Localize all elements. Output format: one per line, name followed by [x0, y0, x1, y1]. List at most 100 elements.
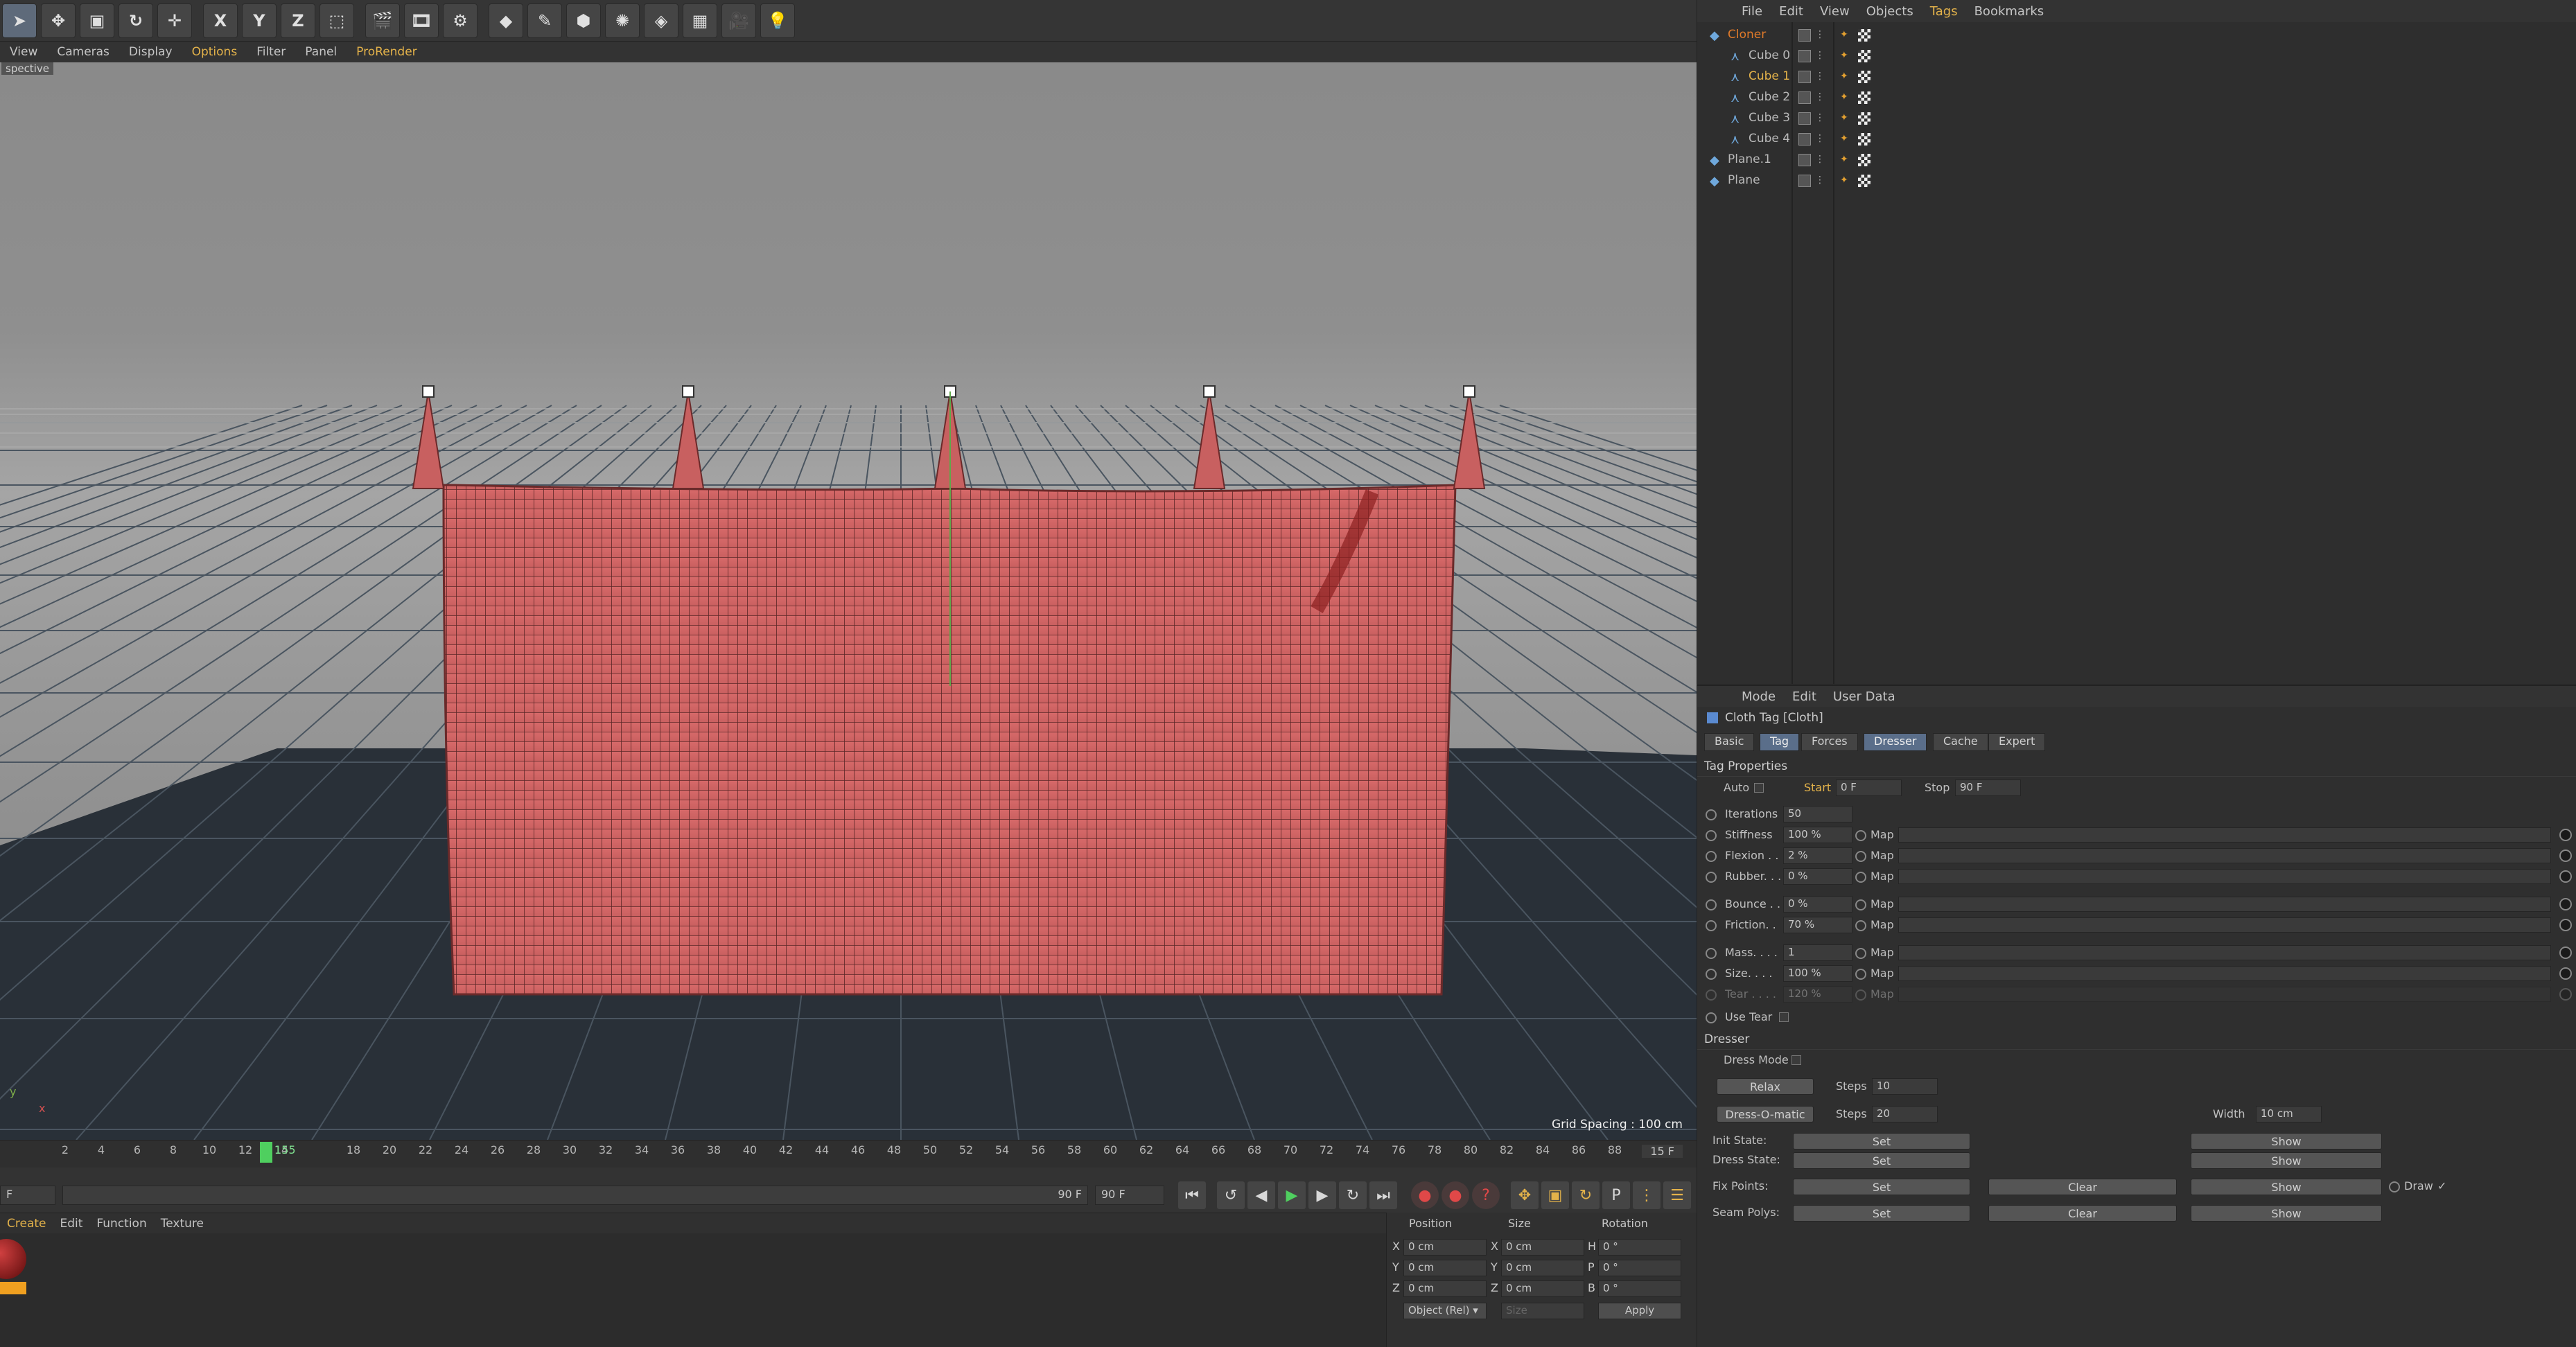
object-row[interactable]: ◆ Plane ⋮ ✦	[1697, 170, 2576, 191]
object-name[interactable]: Cube 0	[1749, 49, 1790, 62]
render-visibility-icon[interactable]: ⋮	[1815, 29, 1825, 42]
object-row[interactable]: ⋏ Cube 1 ⋮ ✦	[1697, 67, 2576, 87]
timeline-menu-button[interactable]: ☰	[1663, 1181, 1691, 1209]
loop-back-button[interactable]: ↺	[1217, 1181, 1245, 1209]
deformer-tool-button[interactable]: ◈	[644, 3, 678, 38]
seam-polys-set-button[interactable]: Set	[1793, 1205, 1970, 1222]
coord-mode-select[interactable]: Object (Rel) ▾	[1403, 1303, 1487, 1319]
loop-button[interactable]: ↻	[1339, 1181, 1367, 1209]
tab-dresser[interactable]: Dresser	[1864, 733, 1927, 751]
param-field[interactable]: 100 %	[1783, 827, 1852, 843]
param-field[interactable]: 1	[1783, 944, 1852, 961]
clear-link-icon[interactable]	[2559, 919, 2572, 931]
map-anim-dot[interactable]	[1855, 969, 1866, 980]
editor-visibility-icon[interactable]	[1798, 175, 1811, 187]
material-menu-create[interactable]: Create	[7, 1217, 46, 1231]
viewport-menu-options[interactable]: Options	[192, 45, 238, 59]
dress-state-set-button[interactable]: Set	[1793, 1152, 1970, 1169]
param-field[interactable]: 50	[1783, 806, 1852, 822]
param-field[interactable]: 120 %	[1783, 986, 1852, 1003]
map-anim-dot[interactable]	[1855, 851, 1866, 862]
clear-link-icon[interactable]	[2559, 849, 2572, 862]
goto-start-button[interactable]: ⏮	[1178, 1181, 1206, 1209]
object-manager[interactable]: ◆ Cloner ⋮ ✦ ⋏ Cube 0 ⋮ ✦ ⋏ Cube 1 ⋮ ✦ ⋏ Cube 2 ⋮ ✦ ⋏ Cub…	[1697, 22, 2576, 684]
fix-point-handle[interactable]	[1463, 385, 1475, 398]
fix-point-handle[interactable]	[682, 385, 694, 398]
timeline-ruler[interactable]: 2 4 6 8 10 12 14 18 20 22 24 26 28 30 32 34 36 38 40 42 44 46…	[0, 1140, 1697, 1168]
attr-menu-mode[interactable]: Mode	[1742, 689, 1776, 704]
clear-link-icon[interactable]	[2559, 870, 2572, 883]
render-visibility-icon[interactable]: ⋮	[1815, 175, 1825, 187]
object-name[interactable]: Cloner	[1728, 28, 1766, 42]
material-tag-icon[interactable]	[1858, 175, 1870, 187]
param-field[interactable]: 2 %	[1783, 847, 1852, 864]
size-mode-select[interactable]: Size	[1501, 1303, 1584, 1319]
viewport-menu-display[interactable]: Display	[129, 45, 173, 59]
position-field[interactable]: 0 cm	[1403, 1239, 1487, 1256]
param-anim-dot[interactable]	[1706, 872, 1717, 883]
editor-visibility-icon[interactable]	[1798, 133, 1811, 146]
y-axis-tool-button[interactable]: Y	[242, 3, 277, 38]
tab-basic[interactable]: Basic	[1704, 733, 1755, 751]
editor-visibility-icon[interactable]	[1798, 91, 1811, 104]
param-anim-dot[interactable]	[1706, 969, 1717, 980]
object-menu-view[interactable]: View	[1820, 4, 1850, 19]
map-anim-dot[interactable]	[1855, 948, 1866, 959]
key-rot-button[interactable]: ↻	[1572, 1181, 1600, 1209]
viewport[interactable]: spective Grid Spacing : 100 cm y x	[0, 62, 1697, 1140]
viewport-menu-panel[interactable]: Panel	[305, 45, 337, 59]
seam-polys-clear-button[interactable]: Clear	[1988, 1205, 2177, 1222]
tag-icon[interactable]: ✦	[1840, 71, 1852, 83]
dress-mode-checkbox[interactable]	[1791, 1055, 1801, 1065]
key-param-button[interactable]: P	[1602, 1181, 1630, 1209]
cube-tool-button[interactable]: ◆	[489, 3, 523, 38]
editor-visibility-icon[interactable]	[1798, 29, 1811, 42]
camera-label[interactable]: spective	[1, 62, 53, 75]
rotation-field[interactable]: 0 °	[1598, 1260, 1681, 1276]
dress-o-matic-button[interactable]: Dress-O-matic	[1717, 1106, 1814, 1122]
param-anim-dot[interactable]	[1706, 899, 1717, 910]
material-tag-icon[interactable]	[1858, 50, 1870, 62]
material-ball-icon[interactable]	[0, 1239, 26, 1279]
param-anim-dot[interactable]	[1706, 851, 1717, 862]
render-settings-tool-button[interactable]: ⚙	[443, 3, 477, 38]
position-field[interactable]: 0 cm	[1403, 1260, 1487, 1276]
tab-forces[interactable]: Forces	[1801, 733, 1858, 751]
coordinate-system-tool-button[interactable]: ⬚	[319, 3, 354, 38]
material-tag-icon[interactable]	[1858, 133, 1870, 146]
clear-link-icon[interactable]	[2559, 988, 2572, 1001]
use-tear-anim-dot[interactable]	[1706, 1012, 1717, 1023]
map-anim-dot[interactable]	[1855, 920, 1866, 931]
play-button[interactable]: ▶	[1278, 1181, 1306, 1209]
rotation-field[interactable]: 0 °	[1598, 1239, 1681, 1256]
map-link-field[interactable]	[1898, 869, 2551, 884]
material-area[interactable]	[0, 1233, 1386, 1347]
goto-end-button[interactable]: ⏭	[1369, 1181, 1397, 1209]
floor-tool-button[interactable]: ▦	[683, 3, 717, 38]
render-visibility-icon[interactable]: ⋮	[1815, 133, 1825, 146]
size-field[interactable]: 0 cm	[1501, 1280, 1584, 1297]
tag-icon[interactable]: ✦	[1840, 154, 1852, 166]
fix-points-show-button[interactable]: Show	[2191, 1179, 2382, 1195]
tab-cache[interactable]: Cache	[1933, 733, 1988, 751]
tag-icon[interactable]: ✦	[1840, 50, 1852, 62]
param-field[interactable]: 100 %	[1783, 965, 1852, 982]
object-name[interactable]: Cube 1	[1749, 69, 1790, 83]
object-name[interactable]: Cube 2	[1749, 90, 1790, 104]
relax-button[interactable]: Relax	[1717, 1078, 1814, 1095]
param-anim-dot[interactable]	[1706, 948, 1717, 959]
prev-frame-button[interactable]: ◀	[1247, 1181, 1275, 1209]
position-field[interactable]: 0 cm	[1403, 1280, 1487, 1297]
render-visibility-icon[interactable]: ⋮	[1815, 91, 1825, 104]
width-field[interactable]: 10 cm	[2256, 1106, 2322, 1122]
render-visibility-icon[interactable]: ⋮	[1815, 71, 1825, 83]
relax-steps-field[interactable]: 10	[1872, 1078, 1938, 1095]
tag-icon[interactable]: ✦	[1840, 133, 1852, 146]
map-link-field[interactable]	[1898, 897, 2551, 912]
object-name[interactable]: Plane	[1728, 173, 1760, 187]
keyframe-button[interactable]: ?	[1472, 1181, 1500, 1209]
start-frame-field[interactable]: F	[0, 1186, 55, 1205]
size-field[interactable]: 0 cm	[1501, 1239, 1584, 1256]
render-visibility-icon[interactable]: ⋮	[1815, 154, 1825, 166]
object-name[interactable]: Cube 4	[1749, 132, 1790, 146]
